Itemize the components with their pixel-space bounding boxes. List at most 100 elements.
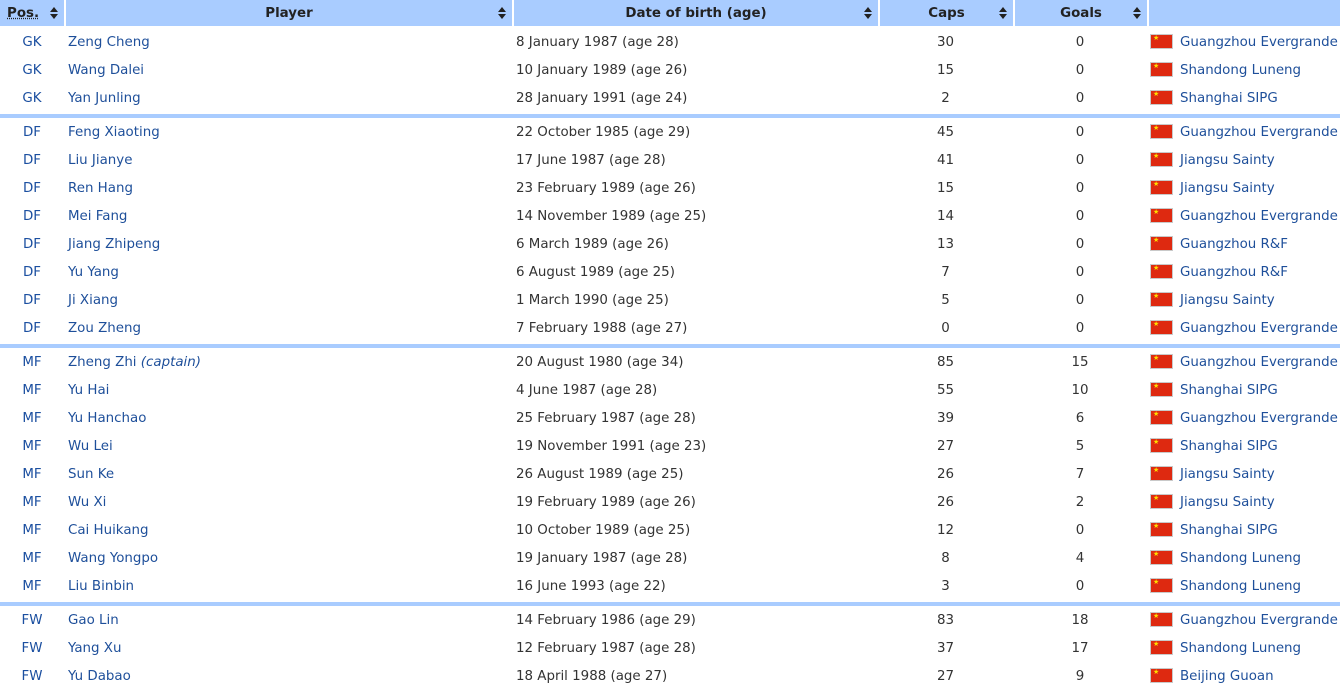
position-cell[interactable]: DF bbox=[0, 230, 64, 258]
position-link[interactable]: DF bbox=[23, 321, 41, 336]
china-flag-icon[interactable] bbox=[1150, 382, 1173, 397]
china-flag-icon[interactable] bbox=[1150, 264, 1173, 279]
position-cell[interactable]: MF bbox=[0, 432, 64, 460]
club-link[interactable]: Guangzhou Evergrande bbox=[1180, 411, 1338, 426]
club-link[interactable]: Guangzhou Evergrande bbox=[1180, 125, 1338, 140]
club-link[interactable]: Shanghai SIPG bbox=[1180, 91, 1278, 106]
player-link[interactable]: Jiang Zhipeng bbox=[68, 237, 160, 252]
club-link[interactable]: Shandong Luneng bbox=[1180, 641, 1301, 656]
club-link[interactable]: Guangzhou Evergrande bbox=[1180, 35, 1338, 50]
position-cell[interactable]: FW bbox=[0, 662, 64, 690]
player-link[interactable]: Gao Lin bbox=[68, 613, 119, 628]
player-link[interactable]: Feng Xiaoting bbox=[68, 125, 160, 140]
position-cell[interactable]: GK bbox=[0, 56, 64, 84]
position-link[interactable]: MF bbox=[22, 495, 41, 510]
player-link[interactable]: Yang Xu bbox=[68, 641, 121, 656]
china-flag-icon[interactable] bbox=[1150, 62, 1173, 77]
position-cell[interactable]: MF bbox=[0, 376, 64, 404]
club-link[interactable]: Shanghai SIPG bbox=[1180, 523, 1278, 538]
header-goals[interactable]: Goals bbox=[1013, 0, 1147, 28]
position-cell[interactable]: DF bbox=[0, 286, 64, 314]
position-cell[interactable]: DF bbox=[0, 146, 64, 174]
position-link[interactable]: MF bbox=[22, 467, 41, 482]
position-cell[interactable]: DF bbox=[0, 314, 64, 342]
position-cell[interactable]: MF bbox=[0, 488, 64, 516]
china-flag-icon[interactable] bbox=[1150, 208, 1173, 223]
china-flag-icon[interactable] bbox=[1150, 668, 1173, 683]
club-link[interactable]: Guangzhou R&F bbox=[1180, 265, 1288, 280]
position-link[interactable]: MF bbox=[22, 355, 41, 370]
position-cell[interactable]: GK bbox=[0, 84, 64, 112]
position-link[interactable]: MF bbox=[22, 411, 41, 426]
position-link[interactable]: DF bbox=[23, 265, 41, 280]
position-cell[interactable]: GK bbox=[0, 28, 64, 56]
china-flag-icon[interactable] bbox=[1150, 180, 1173, 195]
club-link[interactable]: Guangzhou R&F bbox=[1180, 237, 1288, 252]
china-flag-icon[interactable] bbox=[1150, 354, 1173, 369]
position-cell[interactable]: MF bbox=[0, 348, 64, 376]
position-cell[interactable]: MF bbox=[0, 460, 64, 488]
player-link[interactable]: Cai Huikang bbox=[68, 523, 149, 538]
position-link[interactable]: DF bbox=[23, 209, 41, 224]
china-flag-icon[interactable] bbox=[1150, 438, 1173, 453]
position-cell[interactable]: DF bbox=[0, 258, 64, 286]
china-flag-icon[interactable] bbox=[1150, 152, 1173, 167]
sort-arrows-icon[interactable] bbox=[498, 7, 506, 19]
player-link[interactable]: Liu Binbin bbox=[68, 579, 134, 594]
player-link[interactable]: Yu Hanchao bbox=[68, 411, 146, 426]
club-link[interactable]: Beijing Guoan bbox=[1180, 669, 1274, 684]
player-link[interactable]: Zheng Zhi bbox=[68, 355, 137, 370]
china-flag-icon[interactable] bbox=[1150, 90, 1173, 105]
position-link[interactable]: GK bbox=[22, 91, 41, 106]
header-dob[interactable]: Date of birth (age) bbox=[512, 0, 878, 28]
position-cell[interactable]: FW bbox=[0, 606, 64, 634]
position-cell[interactable]: DF bbox=[0, 174, 64, 202]
club-link[interactable]: Jiangsu Sainty bbox=[1180, 153, 1275, 168]
player-link[interactable]: Wang Yongpo bbox=[68, 551, 158, 566]
position-cell[interactable]: DF bbox=[0, 118, 64, 146]
club-link[interactable]: Guangzhou Evergrande bbox=[1180, 321, 1338, 336]
china-flag-icon[interactable] bbox=[1150, 522, 1173, 537]
position-link[interactable]: GK bbox=[22, 63, 41, 78]
position-cell[interactable]: MF bbox=[0, 544, 64, 572]
position-link[interactable]: FW bbox=[22, 669, 43, 684]
player-link[interactable]: Yan Junling bbox=[68, 91, 141, 106]
china-flag-icon[interactable] bbox=[1150, 410, 1173, 425]
header-player[interactable]: Player bbox=[64, 0, 512, 28]
position-link[interactable]: FW bbox=[22, 641, 43, 656]
position-cell[interactable]: DF bbox=[0, 202, 64, 230]
china-flag-icon[interactable] bbox=[1150, 494, 1173, 509]
position-cell[interactable]: MF bbox=[0, 572, 64, 600]
position-cell[interactable]: MF bbox=[0, 516, 64, 544]
header-caps[interactable]: Caps bbox=[878, 0, 1013, 28]
position-link[interactable]: MF bbox=[22, 551, 41, 566]
sort-arrows-icon[interactable] bbox=[50, 7, 58, 19]
player-link[interactable]: Yu Dabao bbox=[68, 669, 131, 684]
position-link[interactable]: DF bbox=[23, 125, 41, 140]
sort-arrows-icon[interactable] bbox=[999, 7, 1007, 19]
china-flag-icon[interactable] bbox=[1150, 320, 1173, 335]
china-flag-icon[interactable] bbox=[1150, 640, 1173, 655]
china-flag-icon[interactable] bbox=[1150, 578, 1173, 593]
china-flag-icon[interactable] bbox=[1150, 466, 1173, 481]
china-flag-icon[interactable] bbox=[1150, 292, 1173, 307]
player-link[interactable]: Zou Zheng bbox=[68, 321, 141, 336]
club-link[interactable]: Shanghai SIPG bbox=[1180, 383, 1278, 398]
china-flag-icon[interactable] bbox=[1150, 34, 1173, 49]
player-link[interactable]: Yu Hai bbox=[68, 383, 109, 398]
china-flag-icon[interactable] bbox=[1150, 550, 1173, 565]
club-link[interactable]: Jiangsu Sainty bbox=[1180, 495, 1275, 510]
club-link[interactable]: Guangzhou Evergrande bbox=[1180, 613, 1338, 628]
position-link[interactable]: GK bbox=[22, 35, 41, 50]
player-link[interactable]: Wang Dalei bbox=[68, 63, 144, 78]
header-pos[interactable]: Pos. bbox=[0, 0, 64, 28]
player-link[interactable]: Mei Fang bbox=[68, 209, 127, 224]
china-flag-icon[interactable] bbox=[1150, 612, 1173, 627]
position-link[interactable]: DF bbox=[23, 237, 41, 252]
club-link[interactable]: Guangzhou Evergrande bbox=[1180, 209, 1338, 224]
club-link[interactable]: Jiangsu Sainty bbox=[1180, 181, 1275, 196]
position-link[interactable]: FW bbox=[22, 613, 43, 628]
position-cell[interactable]: MF bbox=[0, 404, 64, 432]
club-link[interactable]: Shandong Luneng bbox=[1180, 579, 1301, 594]
club-link[interactable]: Shandong Luneng bbox=[1180, 551, 1301, 566]
